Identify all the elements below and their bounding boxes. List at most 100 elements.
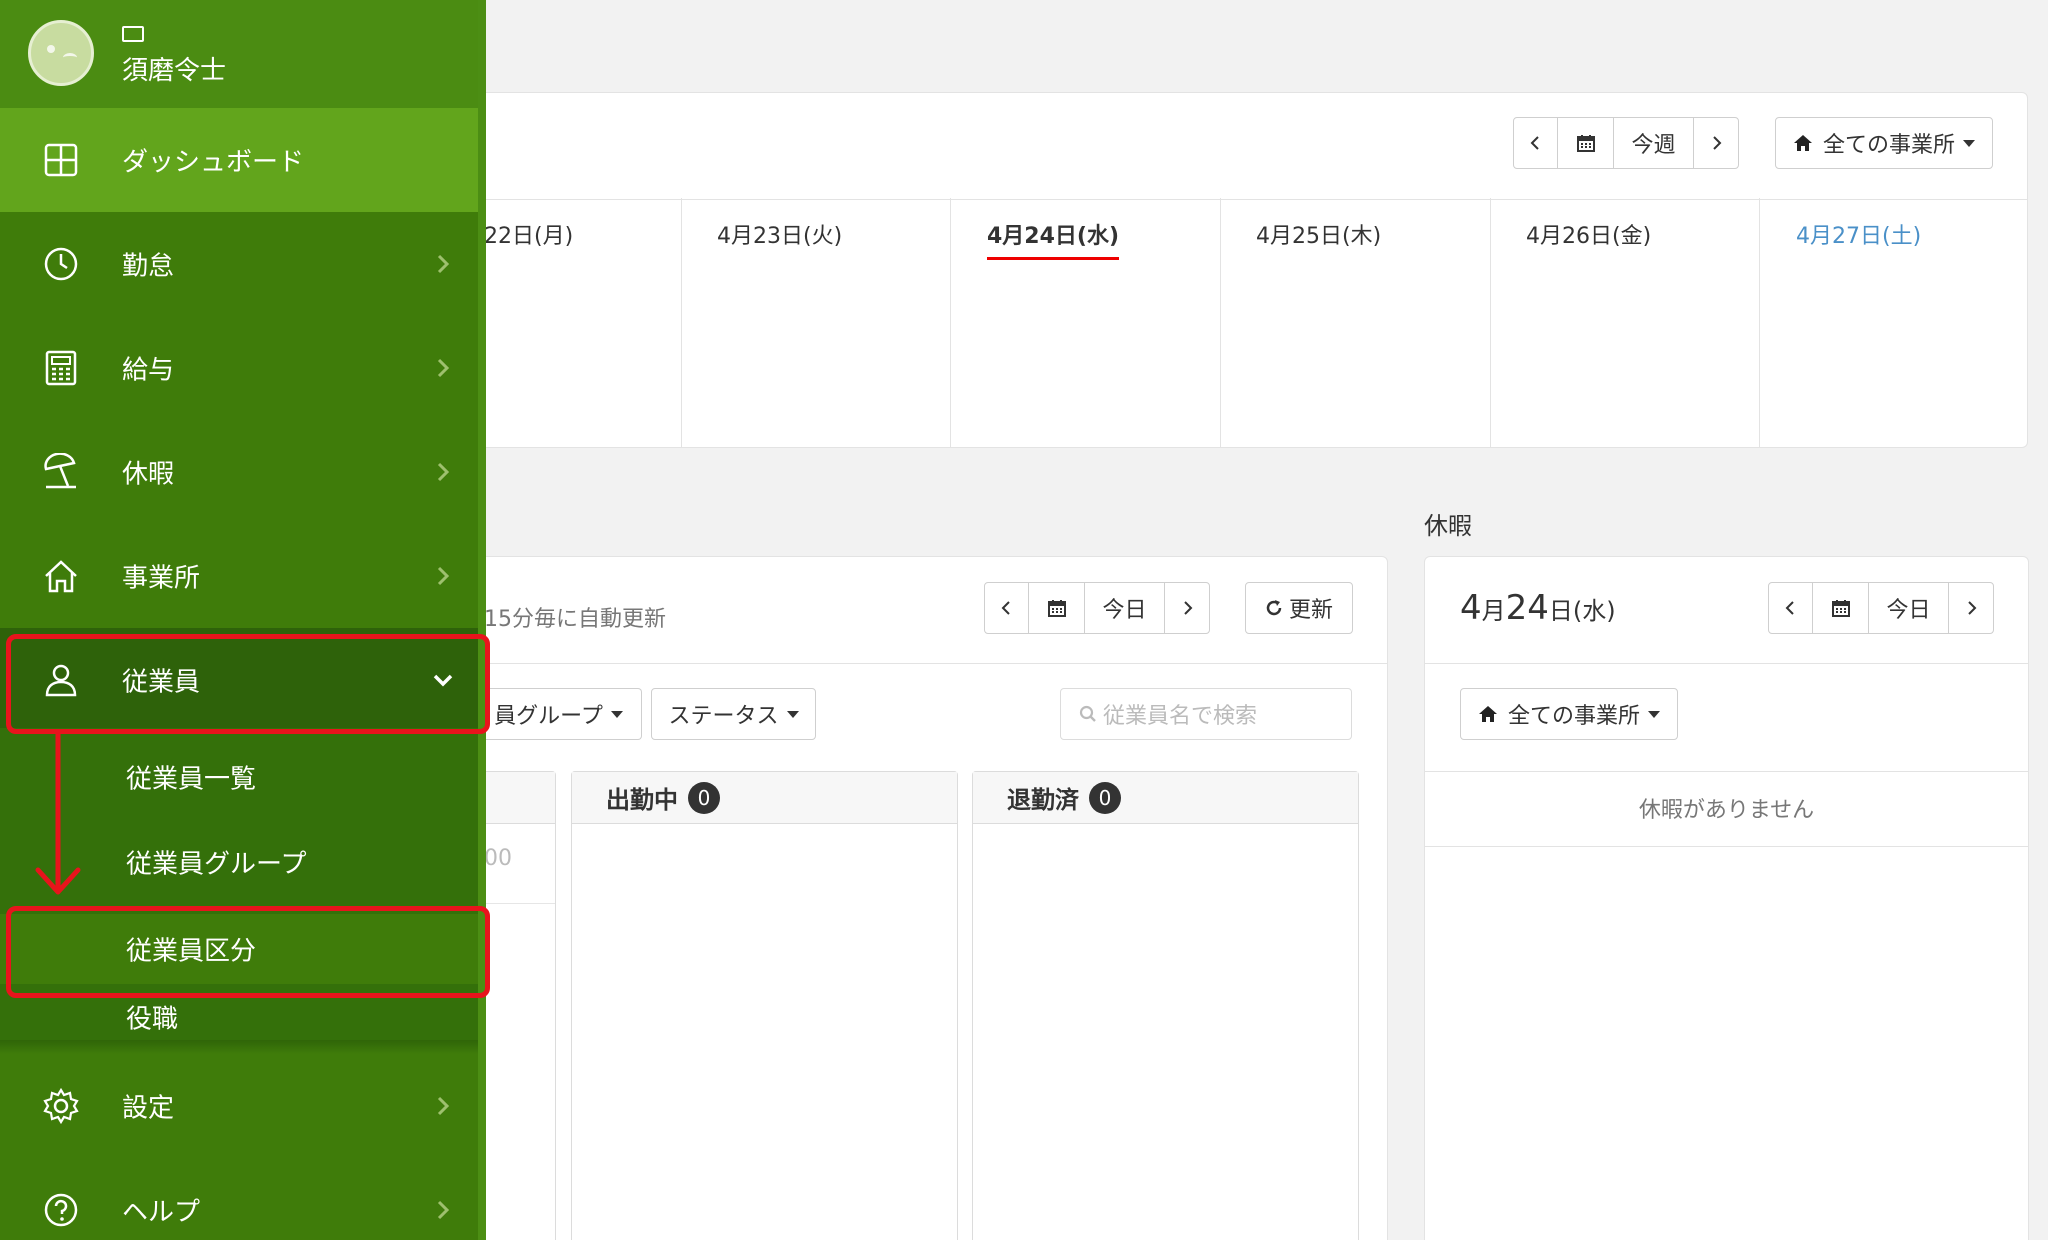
submenu-item-label: 従業員一覧 <box>126 764 257 795</box>
chevron-right-icon <box>437 1096 450 1116</box>
calendar-icon <box>1831 600 1850 617</box>
submenu-item-positions[interactable]: 役職 <box>0 1001 478 1045</box>
vacation-month-unit: 月 <box>1481 597 1506 625</box>
calendar-button[interactable] <box>1813 583 1869 633</box>
day-header-thu: 4月25日(木) <box>1256 224 1382 249</box>
next-day-button[interactable] <box>1165 583 1209 633</box>
week-nav-group: 今週 <box>1513 117 1739 169</box>
highlight-employee-categories <box>6 906 490 998</box>
sidebar-item-attendance[interactable]: 勤怠 <box>0 212 478 316</box>
today-button[interactable]: 今日 <box>1085 583 1165 633</box>
caret-down-icon <box>786 710 799 718</box>
day-column-divider <box>1220 198 1221 448</box>
avatar[interactable] <box>28 20 94 86</box>
sidebar-item-label: 事業所 <box>122 563 201 594</box>
working-column-title: 出勤中 <box>606 786 678 814</box>
chevron-right-icon <box>1184 601 1193 615</box>
calendar-button[interactable] <box>1029 583 1085 633</box>
gear-icon <box>42 1087 80 1125</box>
next-week-button[interactable] <box>1694 118 1738 168</box>
sidebar-item-offices[interactable]: 事業所 <box>0 524 478 628</box>
calendar-icon <box>1047 600 1066 617</box>
office-filter-dropdown[interactable]: 全ての事業所 <box>1775 117 1993 169</box>
day-column-divider <box>1490 198 1491 448</box>
chevron-right-icon <box>437 358 450 378</box>
search-placeholder: 従業員名で検索 <box>1103 704 1258 729</box>
auto-refresh-note: 15分毎に自動更新 <box>484 607 666 632</box>
beach-umbrella-icon <box>42 453 80 491</box>
vacation-month: 4 <box>1460 588 1482 628</box>
partial-cell-text: 00 <box>484 846 512 871</box>
prev-day-button[interactable] <box>1769 583 1813 633</box>
employee-search-input[interactable]: 従業員名で検索 <box>1060 688 1352 740</box>
chevron-right-icon <box>1968 601 1977 615</box>
vacation-day: 24 <box>1505 588 1549 628</box>
divider <box>441 199 2027 200</box>
home-icon <box>1793 135 1812 151</box>
today-button[interactable]: 今日 <box>1869 583 1949 633</box>
day-column-divider <box>681 198 682 448</box>
divider <box>1425 771 2028 772</box>
sidebar-item-label: ダッシュボード <box>122 147 305 178</box>
calendar-icon <box>1576 135 1595 152</box>
vacation-weekday: (水) <box>1572 597 1616 625</box>
divider <box>441 663 1387 664</box>
menu-fade <box>0 1040 478 1054</box>
highlight-employees-menu <box>6 634 490 734</box>
sidebar-item-label: 勤怠 <box>122 251 175 282</box>
day-column-divider <box>950 198 951 448</box>
next-day-button[interactable] <box>1949 583 1993 633</box>
chevron-right-icon <box>437 1200 450 1220</box>
vacation-section-title: 休暇 <box>1424 512 1472 540</box>
sidebar-item-vacation[interactable]: 休暇 <box>0 420 478 524</box>
sidebar-item-label: ヘルプ <box>122 1197 201 1228</box>
sidebar-item-payroll[interactable]: 給与 <box>0 316 478 420</box>
day-header-fri: 4月26日(金) <box>1526 224 1652 249</box>
day-header-mon: 22日(月) <box>484 224 574 249</box>
day-header-tue: 4月23日(火) <box>717 224 843 249</box>
sidebar: 須磨令士 ダッシュボード 勤怠 給与 休暇 事業所 従業員 従業員一覧 従業員グ… <box>0 0 486 1240</box>
status-filter-label: ステータス <box>668 704 779 729</box>
vacation-card <box>1424 556 2029 1240</box>
clock-icon <box>42 245 80 283</box>
prev-week-button[interactable] <box>1514 118 1558 168</box>
caret-down-icon <box>610 710 623 718</box>
working-column: 出勤中 0 <box>571 771 958 1240</box>
submenu-item-label: 役職 <box>126 1004 179 1035</box>
divider <box>1425 846 2028 847</box>
chevron-right-icon <box>1713 136 1722 150</box>
chevron-right-icon <box>437 462 450 482</box>
chevron-right-icon <box>437 254 450 274</box>
chevron-left-icon <box>1001 601 1010 615</box>
home-icon <box>1478 706 1497 722</box>
sidebar-item-label: 休暇 <box>122 459 175 490</box>
status-filter-dropdown[interactable]: ステータス <box>651 688 816 740</box>
chevron-right-icon <box>437 566 450 586</box>
id-card-icon <box>122 26 144 42</box>
group-filter-dropdown[interactable]: 員グループ <box>476 688 642 740</box>
vacation-empty-message: 休暇がありません <box>1638 798 1815 823</box>
vacation-office-filter-dropdown[interactable]: 全ての事業所 <box>1460 688 1678 740</box>
sidebar-item-dashboard[interactable]: ダッシュボード <box>0 108 478 212</box>
this-week-button[interactable]: 今週 <box>1614 118 1694 168</box>
home-icon <box>42 557 80 595</box>
office-filter-label: 全ての事業所 <box>1822 133 1955 158</box>
finished-column-header: 退勤済 0 <box>973 772 1358 824</box>
submenu-item-label: 従業員グループ <box>126 849 307 880</box>
sidebar-item-label: 設定 <box>122 1093 175 1124</box>
prev-day-button[interactable] <box>985 583 1029 633</box>
refresh-button[interactable]: 更新 <box>1245 582 1353 634</box>
day-header-sat: 4月27日(土) <box>1796 224 1922 249</box>
search-icon <box>1079 705 1096 722</box>
calendar-button[interactable] <box>1558 118 1614 168</box>
finished-column: 退勤済 0 <box>972 771 1359 1240</box>
finished-count-badge: 0 <box>1089 781 1121 814</box>
group-filter-label: 員グループ <box>494 704 603 729</box>
sidebar-item-label: 給与 <box>122 355 175 386</box>
sidebar-item-help[interactable]: ヘルプ <box>0 1158 478 1240</box>
vacation-office-filter-label: 全ての事業所 <box>1507 704 1640 729</box>
working-count-badge: 0 <box>688 781 720 814</box>
user-profile[interactable]: 須磨令士 <box>0 0 478 108</box>
sidebar-item-settings[interactable]: 設定 <box>0 1054 478 1158</box>
finished-column-title: 退勤済 <box>1007 786 1079 814</box>
